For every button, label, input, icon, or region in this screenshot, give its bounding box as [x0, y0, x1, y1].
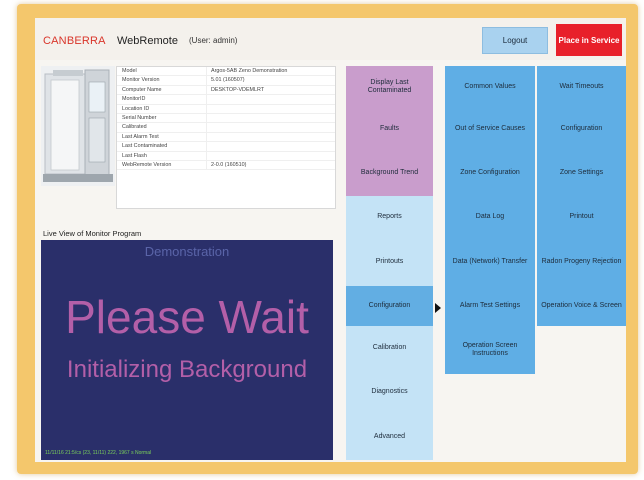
menu-data-network-transfer[interactable]: Data (Network) Transfer — [445, 238, 535, 286]
demonstration-text: Demonstration — [144, 244, 230, 259]
menu-out-of-service-causes[interactable]: Out of Service Causes — [445, 107, 535, 150]
app-title: WebRemote — [117, 35, 178, 47]
monitor-info-table: Model Argos-5AB Zeno Demonstration Monito… — [116, 66, 336, 209]
menu-advanced[interactable]: Advanced — [346, 414, 433, 460]
menu-printout[interactable]: Printout — [537, 196, 626, 238]
info-row: Last Alarm Test — [117, 132, 335, 143]
webremote-screen: CANBERRA WebRemote (User: admin) Logout … — [35, 18, 626, 462]
info-row: Last Contaminated — [117, 142, 335, 152]
menu-common-values[interactable]: Common Values — [445, 66, 535, 107]
info-row: WebRemote Version 2-0.0 (160510) — [117, 160, 335, 171]
menu-configuration[interactable]: Configuration — [346, 286, 433, 326]
info-row: Computer Name DESKTOP-VDEMLRT — [117, 85, 335, 96]
info-row: Serial Number — [117, 113, 335, 124]
menu-printouts[interactable]: Printouts — [346, 238, 433, 286]
menu-operation-screen-instructions[interactable]: Operation Screen Instructions — [445, 326, 535, 374]
place-in-service-button[interactable]: Place in Service — [556, 24, 622, 56]
menu-data-log[interactable]: Data Log — [445, 196, 535, 238]
menu-reports[interactable]: Reports — [346, 196, 433, 238]
info-row: Last Flash — [117, 151, 335, 161]
live-status-line: 11/11/16 21:5/cs (23, 11/11) 222, 1967 s… — [45, 450, 152, 456]
initializing-text: Initializing Background — [66, 356, 308, 383]
menu-zone-settings[interactable]: Zone Settings — [537, 150, 626, 196]
menu-background-trend[interactable]: Background Trend — [346, 150, 433, 196]
info-row: Calibrated — [117, 123, 335, 133]
monitor-device-image — [41, 66, 115, 186]
user-label: (User: admin) — [189, 36, 238, 45]
info-row: Location ID — [117, 104, 335, 114]
menu-diagnostics[interactable]: Diagnostics — [346, 370, 433, 414]
header-bar: CANBERRA WebRemote (User: admin) Logout … — [35, 18, 626, 60]
menu-radon-progeny-rejection[interactable]: Radon Progeny Rejection — [537, 238, 626, 286]
brand-logo: CANBERRA — [43, 35, 106, 47]
info-row: Model Argos-5AB Zeno Demonstration — [117, 67, 335, 77]
info-row: Monitor Version 5.01 (160507) — [117, 76, 335, 86]
menu-faults[interactable]: Faults — [346, 107, 433, 150]
live-view-label: Live View of Monitor Program — [43, 229, 142, 238]
info-row: MonitorID — [117, 95, 335, 105]
live-view-panel: Demonstration Please Wait Initializing B… — [41, 240, 333, 460]
menu-display-last-contaminated[interactable]: Display Last Contaminated — [346, 66, 433, 107]
menu-operation-voice-screen[interactable]: Operation Voice & Screen — [537, 286, 626, 326]
menu-configuration-sub[interactable]: Configuration — [537, 107, 626, 150]
menu-wait-timeouts[interactable]: Wait Timeouts — [537, 66, 626, 107]
selection-arrow-icon — [435, 303, 441, 313]
logout-button[interactable]: Logout — [482, 27, 548, 54]
menu-zone-configuration[interactable]: Zone Configuration — [445, 150, 535, 196]
menu-alarm-test-settings[interactable]: Alarm Test Settings — [445, 286, 535, 326]
please-wait-text: Please Wait — [65, 291, 309, 343]
menu-calibration[interactable]: Calibration — [346, 326, 433, 370]
